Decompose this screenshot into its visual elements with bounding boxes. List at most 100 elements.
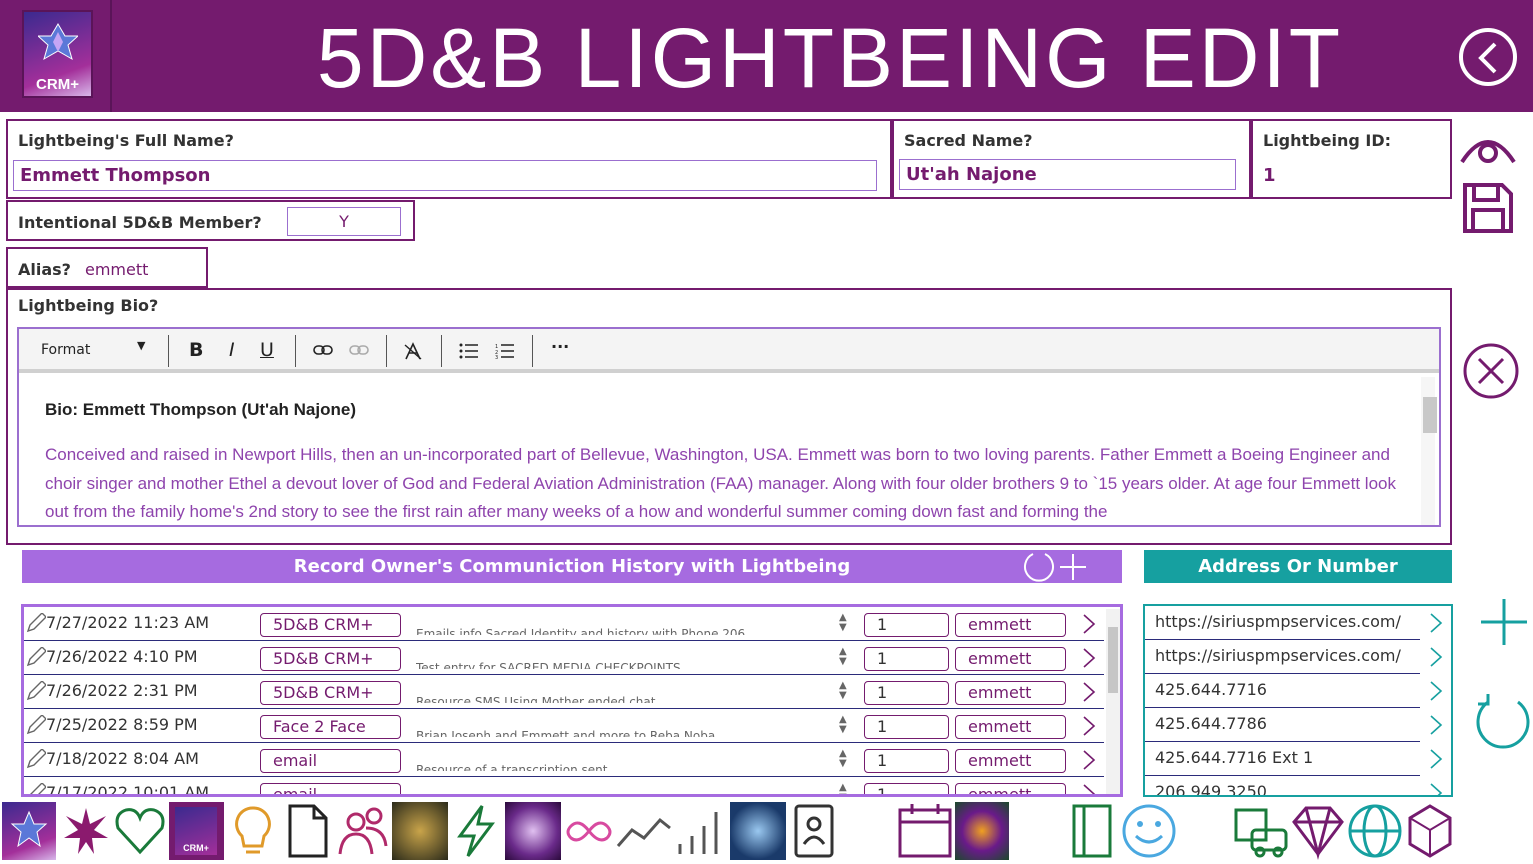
- stepper-icon[interactable]: ▲▼: [839, 749, 847, 769]
- sacred-geometry-icon[interactable]: [392, 802, 448, 860]
- history-alias[interactable]: emmett: [955, 681, 1066, 705]
- contact-book-icon[interactable]: [790, 802, 838, 860]
- history-row[interactable]: 7/17/2022 10:01 AM email ▲▼ 1 emmett: [24, 777, 1104, 797]
- history-count[interactable]: 1: [864, 749, 949, 773]
- document-icon[interactable]: [284, 802, 332, 860]
- crm-plus-icon[interactable]: CRM+: [169, 802, 224, 860]
- add-icon[interactable]: [1479, 597, 1529, 647]
- lightbulb-icon[interactable]: [228, 802, 278, 860]
- chevron-right-icon[interactable]: [1429, 782, 1443, 797]
- stepper-icon[interactable]: ▲▼: [839, 613, 847, 633]
- infinity-icon[interactable]: [565, 802, 613, 860]
- history-count[interactable]: 1: [864, 681, 949, 705]
- calendar-icon[interactable]: [896, 802, 954, 860]
- chevron-right-icon[interactable]: [1082, 783, 1096, 797]
- underline-button[interactable]: U: [260, 339, 274, 361]
- app-logo[interactable]: CRM+: [22, 10, 93, 98]
- edit-pencil-icon[interactable]: [26, 749, 46, 769]
- bullet-list-icon[interactable]: [459, 343, 479, 359]
- chevron-right-icon[interactable]: [1082, 681, 1096, 703]
- lightbody-icon[interactable]: [505, 802, 561, 860]
- edit-pencil-icon[interactable]: [26, 783, 46, 797]
- history-alias[interactable]: emmett: [955, 613, 1066, 637]
- chevron-right-icon[interactable]: [1429, 646, 1443, 668]
- address-row[interactable]: 425.644.7716 Ext 1: [1145, 742, 1443, 776]
- address-row[interactable]: https://siriuspmpservices.com/: [1145, 640, 1443, 674]
- back-button[interactable]: [1459, 28, 1517, 86]
- chevron-right-icon[interactable]: [1429, 748, 1443, 770]
- edit-pencil-icon[interactable]: [26, 613, 46, 633]
- link-icon[interactable]: [313, 343, 333, 357]
- history-channel[interactable]: 5D&B CRM+: [260, 647, 401, 671]
- numbered-list-icon[interactable]: 123: [495, 343, 515, 359]
- edit-pencil-icon[interactable]: [26, 715, 46, 735]
- save-icon[interactable]: [1462, 182, 1514, 234]
- view-eye-icon[interactable]: [1459, 128, 1517, 166]
- history-alias[interactable]: emmett: [955, 715, 1066, 739]
- polyhedron-icon[interactable]: [1406, 802, 1454, 860]
- mandala-icon[interactable]: [955, 802, 1009, 860]
- history-channel[interactable]: 5D&B CRM+: [260, 681, 401, 705]
- bar-growth-icon[interactable]: [674, 802, 726, 860]
- people-icon[interactable]: [336, 802, 390, 860]
- history-alias[interactable]: emmett: [955, 783, 1066, 794]
- address-row[interactable]: 425.644.7786: [1145, 708, 1443, 742]
- history-alias[interactable]: emmett: [955, 749, 1066, 773]
- format-dropdown-chevron-icon[interactable]: ▼: [137, 339, 145, 352]
- history-count[interactable]: 1: [864, 715, 949, 739]
- vehicles-icon[interactable]: [1232, 802, 1290, 860]
- full-name-input[interactable]: Emmett Thompson: [13, 160, 877, 191]
- cancel-icon[interactable]: [1462, 342, 1520, 400]
- history-channel[interactable]: 5D&B CRM+: [260, 613, 401, 637]
- starburst-icon[interactable]: [60, 802, 112, 860]
- edit-pencil-icon[interactable]: [26, 647, 46, 667]
- brain-icon[interactable]: [730, 802, 786, 860]
- chevron-right-icon[interactable]: [1082, 715, 1096, 737]
- notebook-icon[interactable]: [1070, 802, 1116, 860]
- stepper-icon[interactable]: ▲▼: [839, 783, 847, 795]
- italic-button[interactable]: I: [229, 339, 235, 361]
- stepper-icon[interactable]: ▲▼: [839, 681, 847, 701]
- diamond-icon[interactable]: [1290, 802, 1346, 860]
- chevron-right-icon[interactable]: [1082, 613, 1096, 635]
- history-count[interactable]: 1: [864, 613, 949, 637]
- globe-icon[interactable]: [1346, 802, 1404, 860]
- bio-text[interactable]: Conceived and raised in Newport Hills, t…: [45, 441, 1405, 525]
- history-count[interactable]: 1: [864, 783, 949, 794]
- editor-scroll-thumb[interactable]: [1423, 397, 1437, 433]
- chevron-right-icon[interactable]: [1082, 647, 1096, 669]
- more-options-button[interactable]: ···: [551, 337, 569, 356]
- clear-format-icon[interactable]: [403, 341, 423, 361]
- chevron-right-icon[interactable]: [1429, 714, 1443, 736]
- address-row[interactable]: https://siriuspmpservices.com/: [1145, 606, 1443, 640]
- history-channel[interactable]: email: [260, 783, 401, 794]
- chevron-right-icon[interactable]: [1082, 749, 1096, 771]
- editor-scrollbar[interactable]: [1421, 377, 1437, 525]
- history-row[interactable]: 7/26/2022 4:10 PM 5D&B CRM+ Test entry f…: [24, 641, 1104, 675]
- history-channel[interactable]: Face 2 Face: [260, 715, 401, 739]
- history-row[interactable]: 7/18/2022 8:04 AM email Resource of a tr…: [24, 743, 1104, 777]
- format-dropdown[interactable]: Format: [41, 342, 90, 358]
- chevron-right-icon[interactable]: [1429, 680, 1443, 702]
- history-alias[interactable]: emmett: [955, 647, 1066, 671]
- smiley-icon[interactable]: [1120, 802, 1178, 860]
- history-channel[interactable]: email: [260, 749, 401, 773]
- unlink-icon[interactable]: [349, 343, 369, 359]
- edit-pencil-icon[interactable]: [26, 681, 46, 701]
- lightning-icon[interactable]: [452, 802, 500, 860]
- history-refresh-add-icon[interactable]: [1023, 551, 1091, 583]
- alias-input[interactable]: emmett: [85, 260, 148, 279]
- trend-chart-icon[interactable]: [616, 802, 672, 860]
- address-row[interactable]: 425.644.7716: [1145, 674, 1443, 708]
- history-row[interactable]: 7/27/2022 11:23 AM 5D&B CRM+ Emails info…: [24, 607, 1104, 641]
- heart-icon[interactable]: [112, 802, 168, 860]
- member-input[interactable]: Y: [287, 207, 401, 236]
- history-scrollbar[interactable]: [1106, 609, 1120, 794]
- crm-logo-icon[interactable]: [2, 802, 56, 860]
- chevron-right-icon[interactable]: [1429, 612, 1443, 634]
- address-row[interactable]: 206.949.3250: [1145, 776, 1443, 795]
- history-count[interactable]: 1: [864, 647, 949, 671]
- history-row[interactable]: 7/26/2022 2:31 PM 5D&B CRM+ Resource SMS…: [24, 675, 1104, 709]
- sacred-name-input[interactable]: Ut'ah Najone: [899, 159, 1236, 190]
- history-scroll-thumb[interactable]: [1108, 627, 1118, 693]
